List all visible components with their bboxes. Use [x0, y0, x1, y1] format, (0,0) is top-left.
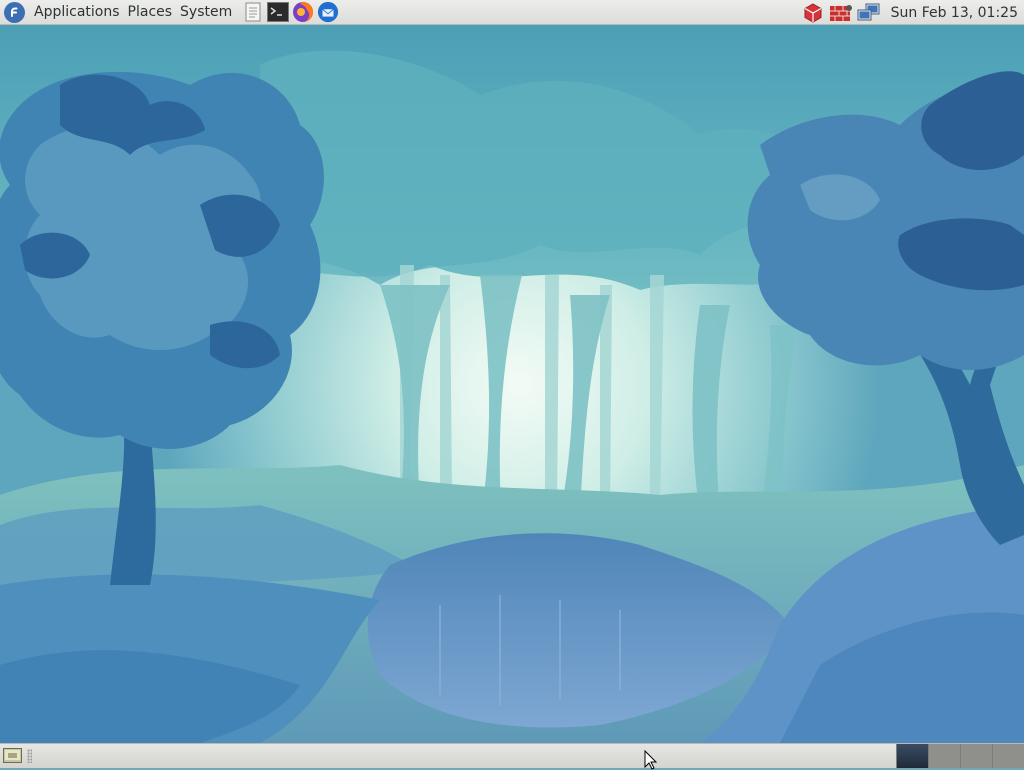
show-desktop-icon[interactable]	[3, 747, 22, 764]
panel-drag-handle[interactable]	[27, 749, 32, 763]
fedora-logo-icon[interactable]	[4, 1, 25, 23]
places-menu[interactable]: Places	[124, 0, 177, 25]
desktop[interactable]	[0, 25, 1024, 743]
applications-menu[interactable]: Applications	[30, 0, 124, 25]
workspace-2[interactable]	[928, 744, 960, 768]
workspace-3[interactable]	[960, 744, 992, 768]
clock[interactable]: Sun Feb 13, 01:25	[891, 5, 1018, 21]
bottom-panel	[0, 743, 1024, 768]
top-panel: Applications Places System Sun Feb 13, 0…	[0, 0, 1024, 25]
network-icon[interactable]	[857, 2, 881, 24]
workspace-switcher	[896, 744, 1024, 768]
text-editor-icon[interactable]	[242, 1, 264, 23]
notification-area: Sun Feb 13, 01:25	[801, 0, 1024, 25]
workspace-4[interactable]	[992, 744, 1024, 768]
terminal-icon[interactable]	[267, 1, 290, 23]
thunderbird-icon[interactable]	[317, 1, 339, 23]
forest-wallpaper	[0, 25, 1024, 743]
system-menu[interactable]: System	[176, 0, 236, 25]
firefox-icon[interactable]	[292, 1, 314, 23]
firewall-icon[interactable]	[829, 2, 853, 24]
mouse-cursor-icon	[644, 750, 658, 770]
workspace-1[interactable]	[896, 744, 928, 768]
software-update-icon[interactable]	[801, 2, 825, 24]
